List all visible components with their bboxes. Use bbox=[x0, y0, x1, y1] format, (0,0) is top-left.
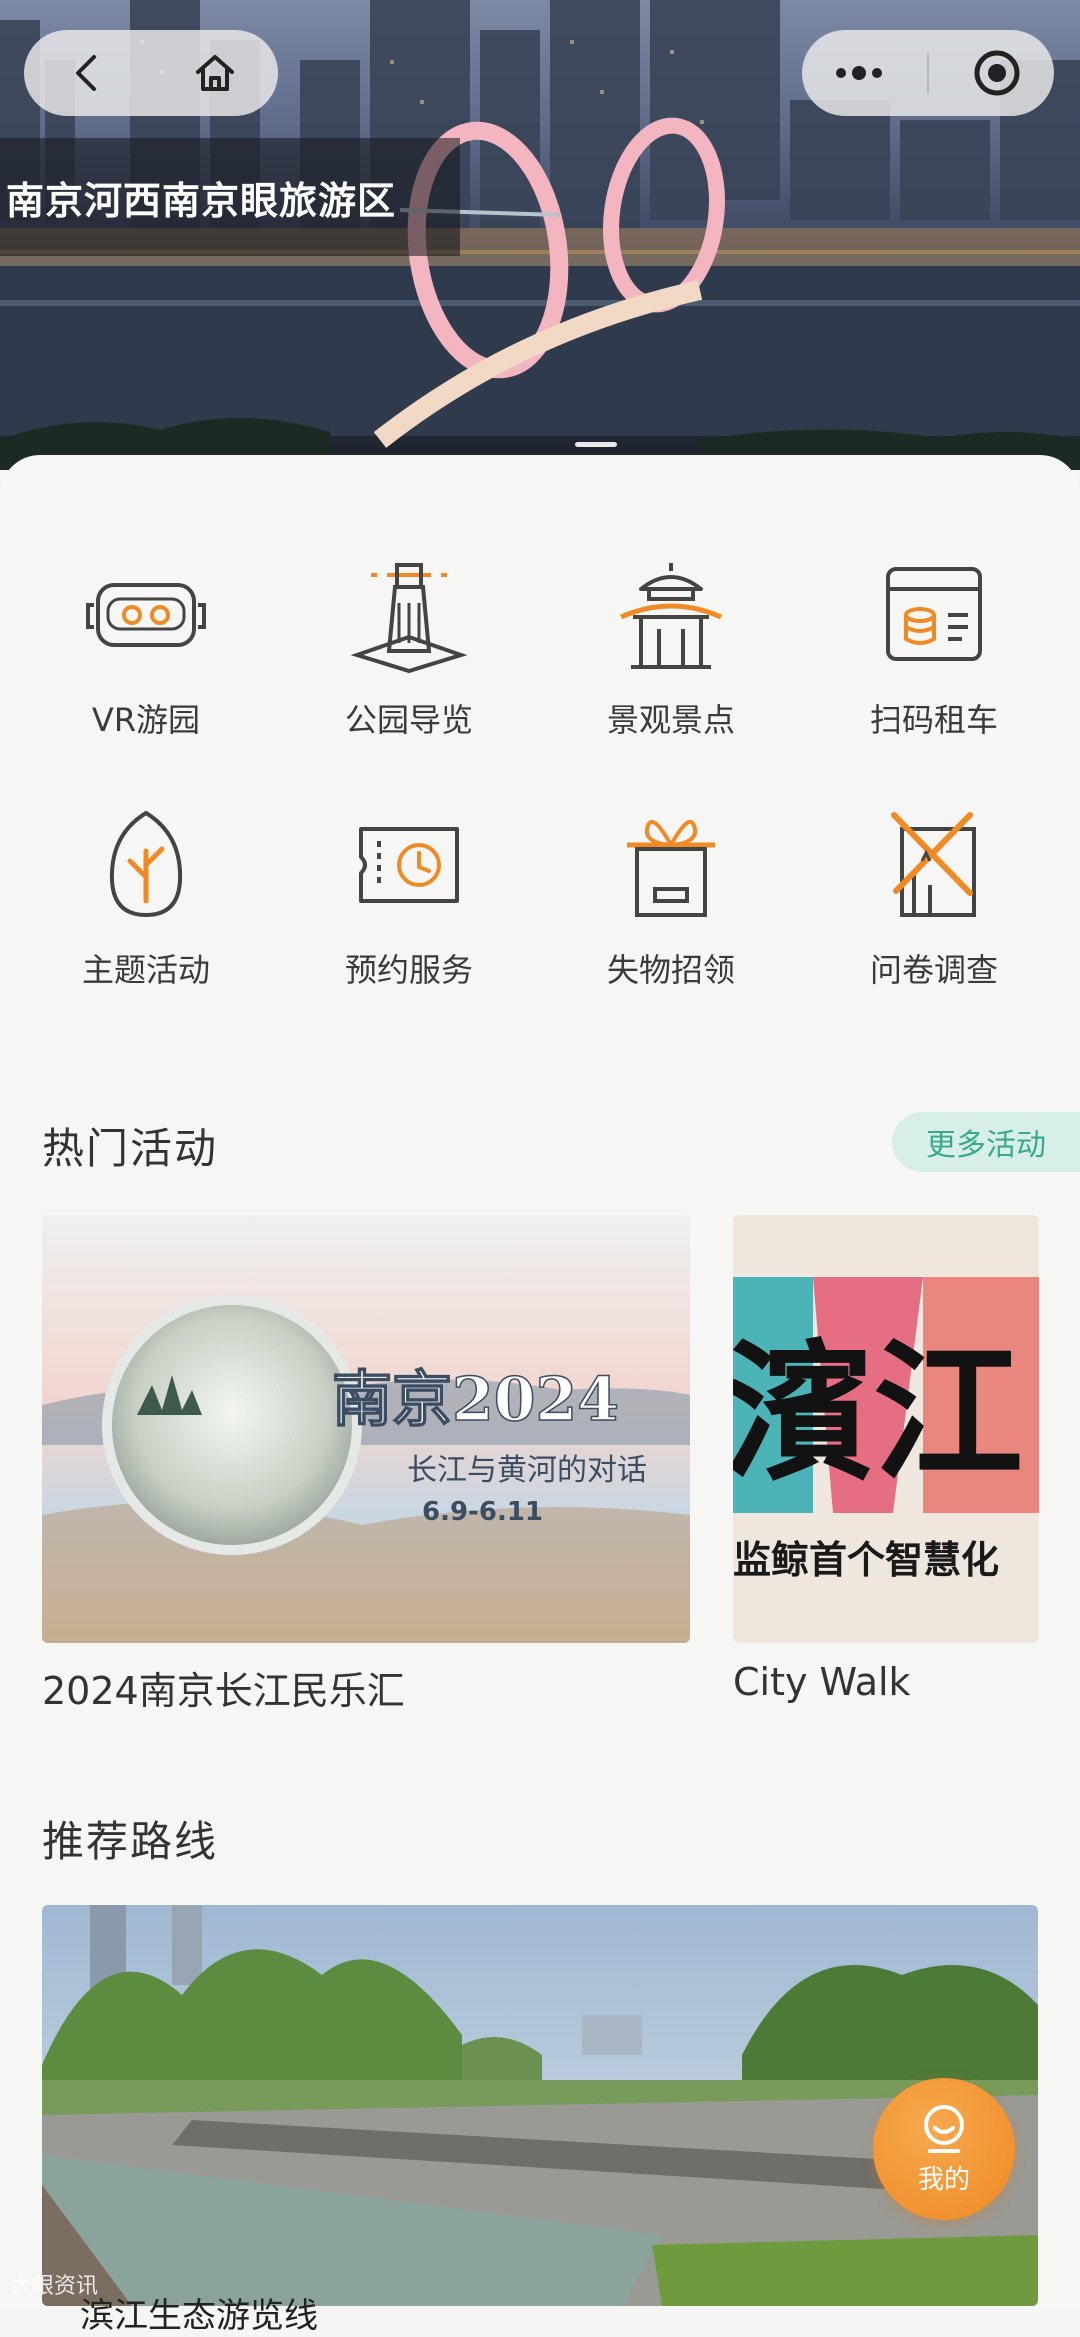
hot-activities-title: 热门活动 bbox=[42, 1124, 219, 1173]
activity-card-image[interactable]: 濱江 监鲸首个智慧化 bbox=[733, 1215, 1039, 1643]
activity-card-caption[interactable]: 2024南京长江民乐汇 bbox=[42, 1660, 405, 1715]
service-survey[interactable]: 问卷调查 bbox=[804, 805, 1064, 1005]
nav-capsule-left bbox=[24, 30, 278, 116]
activity-card-image[interactable]: 南京2024 长江与黄河的对话 6.9-6.11 bbox=[42, 1215, 690, 1643]
nav-capsule-right bbox=[802, 30, 1054, 116]
poster-subtitle: 监鲸首个智慧化 bbox=[733, 1538, 999, 1582]
service-label: 扫码租车 bbox=[869, 701, 998, 739]
service-label: 预约服务 bbox=[344, 951, 473, 989]
service-scenery[interactable]: 景观景点 bbox=[541, 555, 801, 755]
carousel-indicator bbox=[575, 442, 617, 447]
gift-box-icon bbox=[611, 805, 731, 925]
service-lost-found[interactable]: 失物招领 bbox=[541, 805, 801, 1005]
more-activities-button[interactable]: 更多活动 bbox=[892, 1112, 1080, 1172]
routes-title: 推荐路线 bbox=[42, 1817, 219, 1866]
scan-rent-icon bbox=[874, 555, 994, 675]
survey-icon bbox=[874, 805, 994, 925]
service-theme-activities[interactable]: 主题活动 bbox=[16, 805, 276, 1005]
ticket-clock-icon bbox=[349, 805, 469, 925]
home-button[interactable] bbox=[170, 38, 260, 108]
service-guide[interactable]: 公园导览 bbox=[279, 555, 539, 755]
lighthouse-icon bbox=[349, 555, 469, 675]
poster-headline: 濱江 bbox=[733, 1325, 1023, 1501]
close-target-icon bbox=[974, 50, 1020, 96]
service-label: 公园导览 bbox=[344, 701, 473, 739]
smiley-user-icon bbox=[924, 2104, 964, 2153]
back-button[interactable] bbox=[43, 38, 133, 108]
home-icon bbox=[195, 55, 234, 91]
hero-banner[interactable]: 南京河西南京眼旅游区 bbox=[0, 0, 1080, 470]
watermark: 大眼资讯 bbox=[10, 2274, 99, 2299]
hero-title: 南京河西南京眼旅游区 bbox=[0, 138, 460, 256]
activity-card-caption[interactable]: City Walk bbox=[733, 1660, 911, 1704]
pavilion-icon bbox=[611, 555, 731, 675]
service-label: 景观景点 bbox=[606, 701, 735, 739]
my-profile-button[interactable]: 我的 bbox=[873, 2078, 1015, 2220]
service-vr[interactable]: VR游园 bbox=[16, 555, 276, 755]
vr-headset-icon bbox=[86, 555, 206, 675]
poster-headline: 南京2024 bbox=[332, 1365, 619, 1435]
more-dots-icon bbox=[835, 66, 882, 80]
service-rent[interactable]: 扫码租车 bbox=[804, 555, 1064, 755]
route-name[interactable]: 滨江生态游览线 bbox=[80, 2288, 318, 2337]
service-label: 问卷调查 bbox=[869, 951, 998, 989]
service-label: VR游园 bbox=[91, 701, 201, 739]
service-booking[interactable]: 预约服务 bbox=[279, 805, 539, 1005]
service-label: 失物招领 bbox=[606, 951, 735, 989]
more-button[interactable] bbox=[814, 38, 904, 108]
capsule-divider bbox=[926, 53, 929, 93]
close-button[interactable] bbox=[952, 38, 1042, 108]
poster-subtitle: 长江与黄河的对话 bbox=[407, 1453, 647, 1488]
fab-label: 我的 bbox=[917, 2164, 970, 2195]
service-label: 主题活动 bbox=[81, 951, 210, 989]
back-arrow-icon bbox=[75, 55, 96, 91]
poster-date: 6.9-6.11 bbox=[422, 1497, 543, 1527]
egg-branch-icon bbox=[86, 805, 206, 925]
